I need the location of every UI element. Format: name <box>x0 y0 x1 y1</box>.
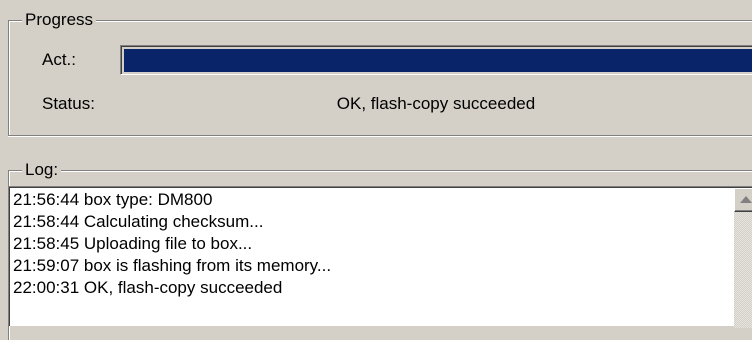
progress-group-label: Progress <box>22 10 97 30</box>
progress-bar <box>120 45 752 75</box>
log-line: 22:00:31 OK, flash-copy succeeded <box>13 278 283 297</box>
log-line: 21:58:45 Uploading file to box... <box>13 234 253 253</box>
log-line: 21:59:07 box is flashing from its memory… <box>13 256 332 275</box>
log-group-label: Log: <box>22 160 62 180</box>
act-label: Act.: <box>42 50 77 69</box>
log-line: 21:58:44 Calculating checksum... <box>13 212 264 231</box>
progress-group <box>8 20 752 136</box>
progress-bar-fill <box>124 49 752 72</box>
log-line: 21:56:44 box type: DM800 <box>13 190 213 209</box>
status-label: Status: <box>42 94 95 113</box>
scroll-up-button[interactable] <box>734 188 752 212</box>
log-scrollbar[interactable] <box>734 188 752 328</box>
status-value: OK, flash-copy succeeded <box>336 94 536 113</box>
log-list[interactable]: 21:56:44 box type: DM800 21:58:44 Calcul… <box>8 186 752 326</box>
arrow-up-icon <box>740 196 752 203</box>
